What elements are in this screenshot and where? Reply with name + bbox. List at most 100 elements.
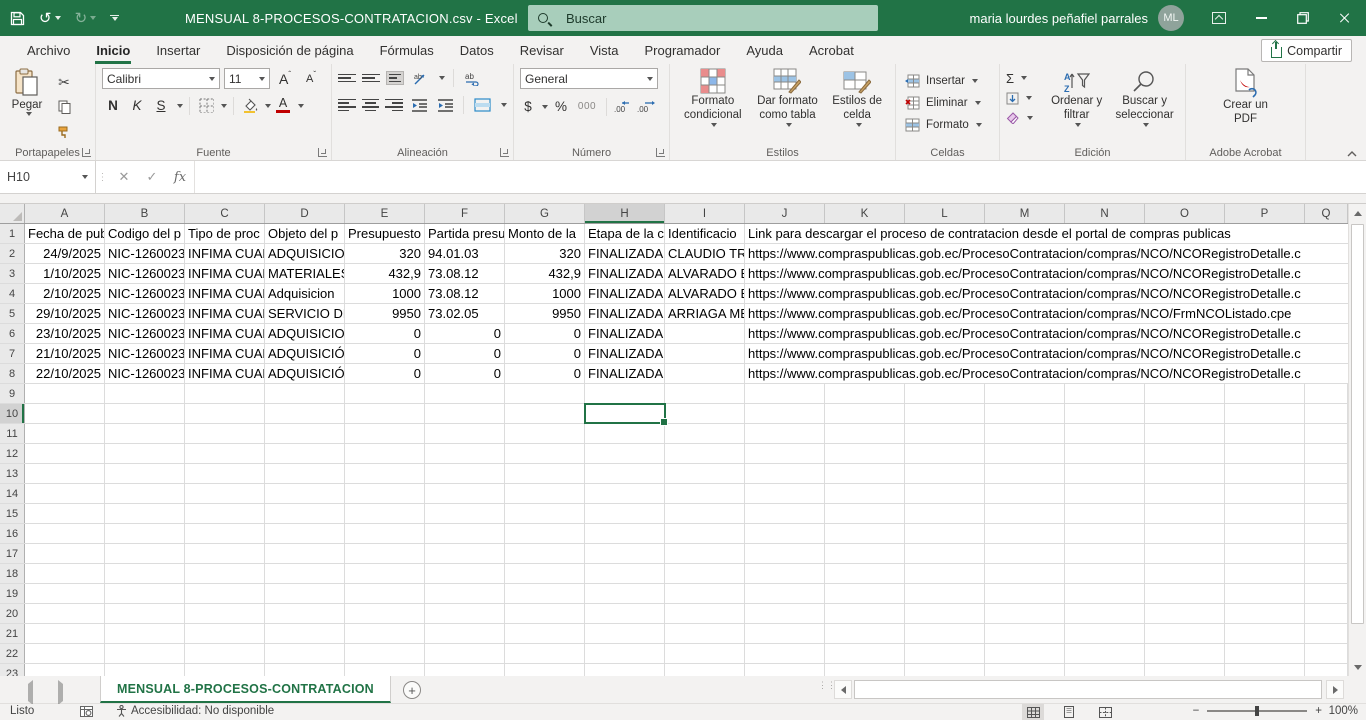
cell[interactable] [585, 564, 665, 583]
cell[interactable]: Presupuesto [345, 224, 425, 243]
cell[interactable] [105, 464, 185, 483]
cell[interactable] [985, 664, 1065, 676]
cell[interactable] [105, 384, 185, 403]
column-header-N[interactable]: N [1065, 204, 1145, 223]
cell[interactable] [345, 584, 425, 603]
confirm-entry-button[interactable]: ✓ [138, 161, 166, 193]
vertical-scrollbar[interactable] [1348, 204, 1366, 676]
cell[interactable]: INFIMA CUAN [185, 344, 265, 363]
cell[interactable] [1305, 544, 1348, 563]
cell[interactable]: https://www.compraspublicas.gob.ec/Proce… [745, 324, 1348, 343]
cell[interactable] [1305, 404, 1348, 423]
cell[interactable] [265, 404, 345, 423]
cell[interactable] [1305, 384, 1348, 403]
row-header-21[interactable]: 21 [0, 624, 25, 643]
tab-inicio[interactable]: Inicio [83, 36, 143, 64]
cell[interactable]: 1000 [505, 284, 585, 303]
chevron-down-icon[interactable] [298, 104, 304, 108]
cell[interactable] [1065, 384, 1145, 403]
horizontal-scrollbar[interactable] [834, 680, 1362, 699]
cell[interactable] [185, 664, 265, 676]
cell[interactable]: 320 [505, 244, 585, 263]
cell[interactable] [425, 524, 505, 543]
cell[interactable]: Tipo de proc [185, 224, 265, 243]
cell[interactable]: NIC-1260023 [105, 264, 185, 283]
page-break-view-button[interactable] [1094, 704, 1116, 720]
cell[interactable] [505, 404, 585, 423]
cell[interactable] [505, 424, 585, 443]
cell[interactable] [25, 504, 105, 523]
sheet-tab-active[interactable]: MENSUAL 8-PROCESOS-CONTRATACION [100, 676, 391, 703]
name-box[interactable]: H10 [0, 161, 96, 193]
minimize-button[interactable] [1240, 0, 1282, 36]
increase-indent-button[interactable] [435, 95, 455, 115]
align-right-button[interactable] [385, 99, 403, 111]
cell[interactable] [665, 504, 745, 523]
cell[interactable] [905, 444, 985, 463]
share-button[interactable]: Compartir [1261, 39, 1352, 62]
row-header-23[interactable]: 23 [0, 664, 25, 676]
cell[interactable] [1305, 624, 1348, 643]
cell[interactable]: NIC-1260023 [105, 304, 185, 323]
cell[interactable] [585, 524, 665, 543]
next-sheet-button[interactable] [58, 684, 63, 702]
column-header-E[interactable]: E [345, 204, 425, 223]
cell[interactable] [425, 624, 505, 643]
row-header-16[interactable]: 16 [0, 524, 25, 543]
cell[interactable] [505, 604, 585, 623]
previous-sheet-button[interactable] [28, 684, 33, 702]
cell[interactable] [105, 424, 185, 443]
cell[interactable] [425, 644, 505, 663]
cell[interactable] [1145, 444, 1225, 463]
normal-view-button[interactable] [1022, 704, 1044, 720]
cell[interactable] [185, 544, 265, 563]
cell[interactable] [745, 464, 825, 483]
cell[interactable] [25, 464, 105, 483]
cell[interactable]: INFIMA CUAN [185, 364, 265, 383]
cell[interactable] [1305, 464, 1348, 483]
cell[interactable] [185, 384, 265, 403]
column-header-G[interactable]: G [505, 204, 585, 223]
cell[interactable] [185, 624, 265, 643]
insert-function-button[interactable]: fx [166, 161, 194, 193]
cell[interactable] [1305, 524, 1348, 543]
cell[interactable] [905, 644, 985, 663]
tab-formulas[interactable]: Fórmulas [367, 36, 447, 64]
italic-button[interactable]: K [126, 95, 148, 116]
cell[interactable] [1065, 464, 1145, 483]
cell[interactable]: ALVARADO E [665, 264, 745, 283]
row-header-10[interactable]: 10 [0, 404, 25, 423]
cell[interactable] [825, 504, 905, 523]
cell[interactable] [665, 424, 745, 443]
row-header-17[interactable]: 17 [0, 544, 25, 563]
cell[interactable] [665, 484, 745, 503]
cell[interactable]: ALVARADO E [665, 284, 745, 303]
cell[interactable] [665, 364, 745, 383]
cell[interactable] [745, 584, 825, 603]
cell[interactable] [745, 404, 825, 423]
cell[interactable]: 0 [505, 324, 585, 343]
cell[interactable] [745, 604, 825, 623]
clipboard-dialog-launcher[interactable] [82, 148, 91, 157]
row-header-3[interactable]: 3 [0, 264, 25, 283]
tab-vista[interactable]: Vista [577, 36, 632, 64]
cell[interactable] [265, 624, 345, 643]
cell[interactable] [25, 604, 105, 623]
tab-ayuda[interactable]: Ayuda [733, 36, 796, 64]
cell[interactable] [425, 464, 505, 483]
row-header-20[interactable]: 20 [0, 604, 25, 623]
cell[interactable] [425, 424, 505, 443]
cell[interactable] [105, 564, 185, 583]
column-header-M[interactable]: M [985, 204, 1065, 223]
cell[interactable]: FINALIZADA [585, 304, 665, 323]
cell[interactable] [505, 624, 585, 643]
bold-button[interactable]: N [102, 95, 124, 116]
cell[interactable]: Adquisicion [265, 284, 345, 303]
row-header-22[interactable]: 22 [0, 644, 25, 663]
cell[interactable] [585, 624, 665, 643]
find-select-button[interactable]: Buscar y seleccionar [1110, 70, 1179, 127]
cell[interactable]: https://www.compraspublicas.gob.ec/Proce… [745, 344, 1348, 363]
cell[interactable] [105, 644, 185, 663]
cell[interactable] [825, 444, 905, 463]
cell[interactable] [1305, 584, 1348, 603]
